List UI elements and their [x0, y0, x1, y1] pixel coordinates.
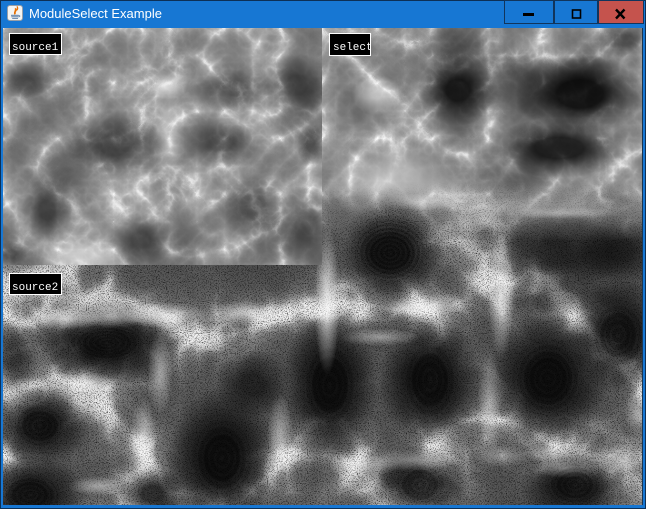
svg-text:select: select: [333, 42, 371, 54]
svg-text:source2: source2: [12, 282, 58, 294]
svg-text:source1: source1: [12, 42, 59, 54]
